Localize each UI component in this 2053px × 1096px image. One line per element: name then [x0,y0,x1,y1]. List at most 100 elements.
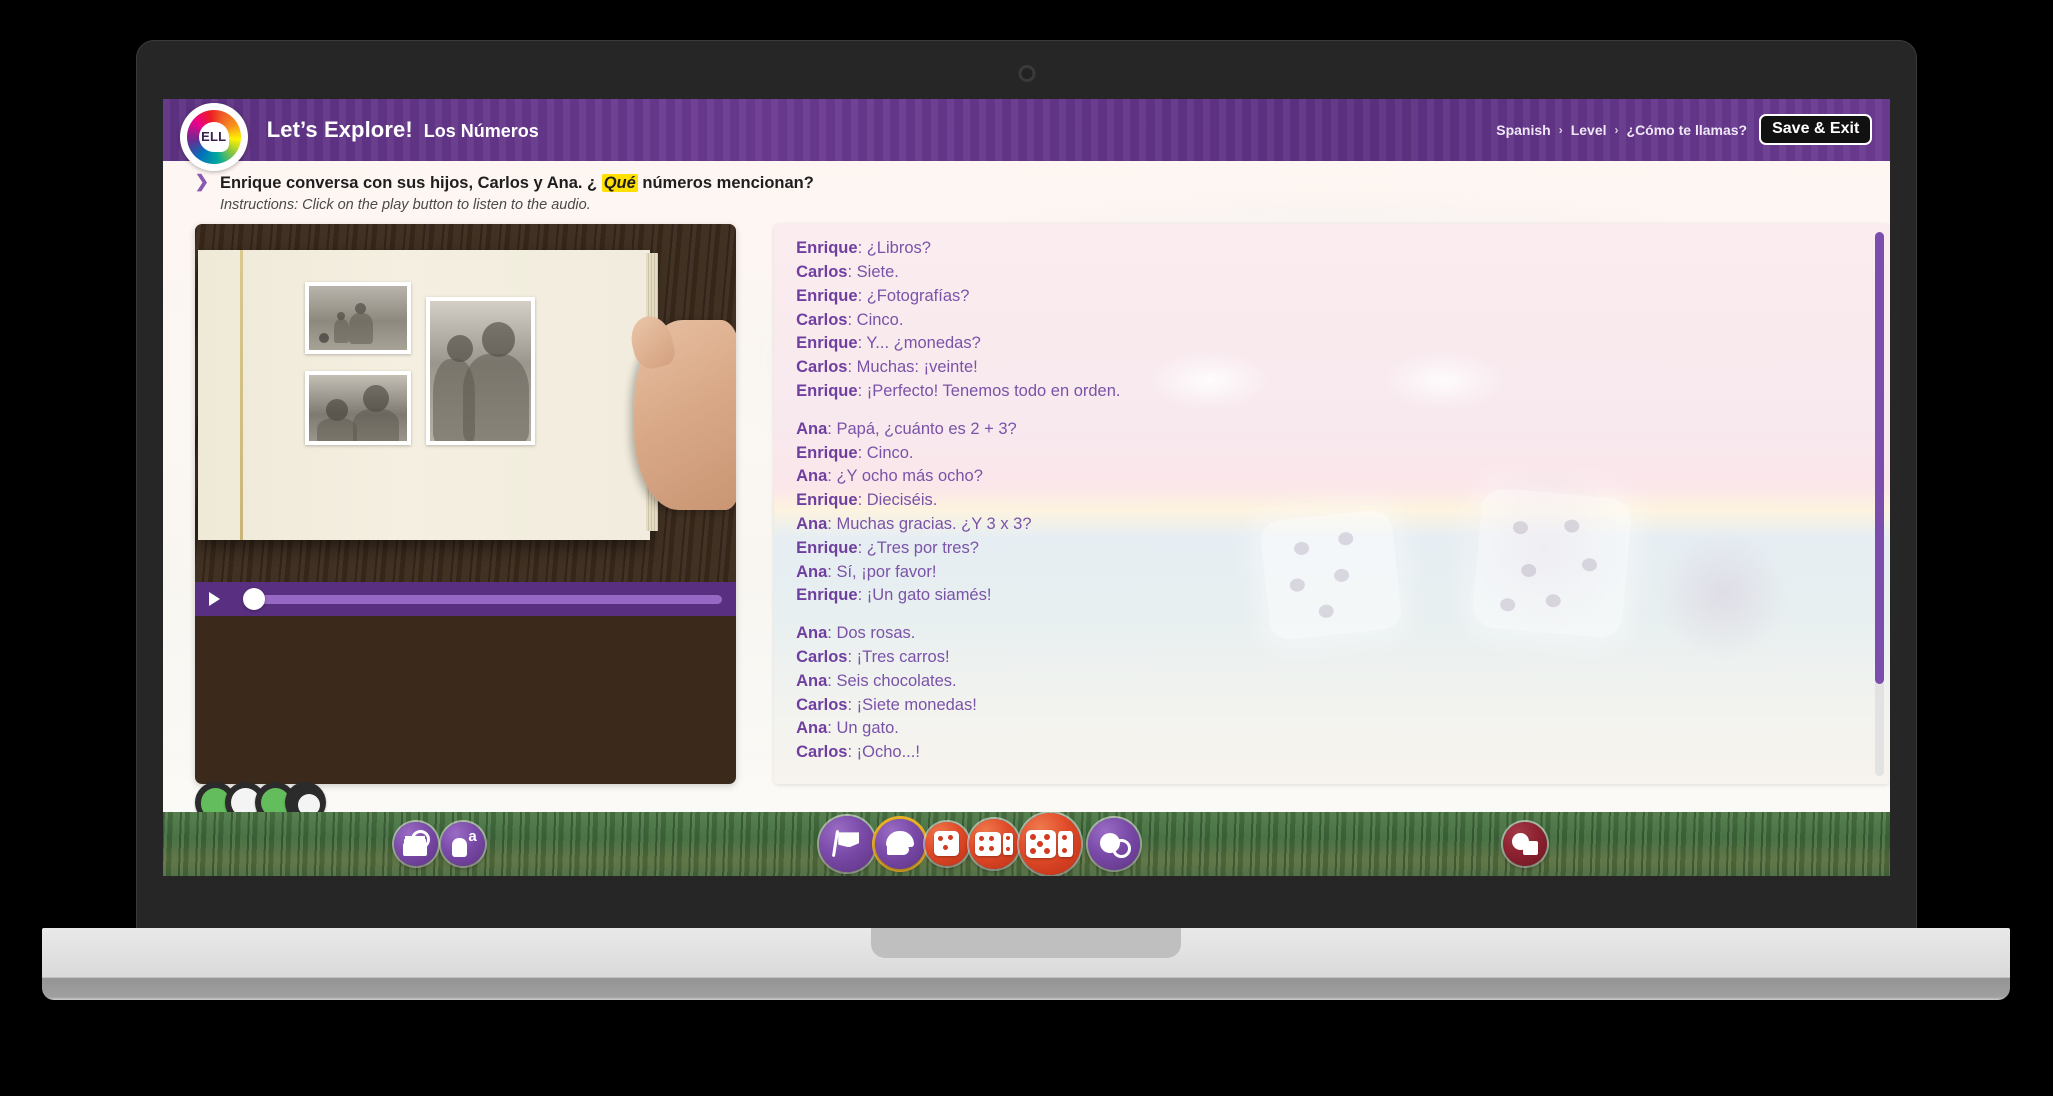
transcript-line: Carlos: ¡Tres carros! [796,646,1890,670]
nav-review-button[interactable] [1087,817,1140,870]
transcript-line: Carlos: Cinco. [796,309,1890,333]
highlighted-word: Qué [601,173,638,192]
transcript-line: Enrique: ¿Fotografías? [796,285,1890,309]
transcript-text: : ¿Tres por tres? [857,538,979,557]
nav-activity-2-button[interactable] [968,818,1019,869]
breadcrumb-item-level[interactable]: Level [1571,122,1607,138]
helmet-icon [885,831,914,856]
transcript-text: : Seis chocolates. [827,671,957,690]
nav-activity-1-button[interactable] [924,821,969,866]
transcript-speaker: Ana [796,624,828,643]
transcript-text: : ¡Un gato siamés! [857,586,992,605]
transcript-text: : Sí, ¡por favor! [827,562,937,581]
transcript-text: : Siete. [847,263,899,281]
transcript-scrollbar[interactable] [1875,232,1885,777]
transcript-speaker: Carlos [796,647,848,666]
app-body: ❯ Enrique conversa con sus hijos, Carlos… [162,160,1891,876]
transcript-speaker: Enrique [796,491,858,510]
transcript-speaker: Enrique [796,286,858,305]
dice-2-icon [974,831,1001,856]
transcript-text: : ¿Fotografías? [857,286,970,305]
laptop-base-notch [871,928,1181,958]
breadcrumb-item-subject[interactable]: Spanish [1496,122,1550,138]
photo-portrait [425,297,535,446]
logo-swirl-icon: ELL [186,109,241,164]
transcript-line: Enrique: ¿Tres por tres? [796,537,1890,561]
album-book [197,250,658,541]
photo-tongue [304,371,411,446]
transcript-text: : ¿Libros? [857,239,931,258]
nav-start-button[interactable] [818,815,875,872]
transcript-scrollbar-thumb[interactable] [1875,232,1885,684]
transcript-line: Ana: Un gato. [796,717,1890,741]
save-and-exit-button[interactable]: Save & Exit [1759,114,1873,146]
dice-3-icon [1026,829,1057,858]
transcript-speaker: Carlos [796,695,848,714]
prompt-row: ❯ Enrique conversa con sus hijos, Carlos… [163,161,1891,213]
audio-progress-slider[interactable] [242,588,723,611]
dice-1-icon [934,831,960,857]
transcript-text: : Muchas: ¡veinte! [847,358,978,377]
nav-explorer-button[interactable] [874,818,925,869]
breadcrumb-item-unit[interactable]: ¿Cómo te llamas? [1627,122,1748,138]
transcript-speaker: Enrique [796,538,858,557]
transcript-line: Enrique: Dieciséis. [796,489,1890,513]
transcript-line: Ana: Muchas gracias. ¿Y 3 x 3? [796,513,1890,537]
transcript-text: : Cinco. [847,310,904,329]
chevron-right-icon: › [1558,122,1563,137]
nav-vocabulary-button[interactable]: a [440,821,485,866]
transcript-text: : Cinco. [857,443,914,462]
app-title: Let’s Explore! [266,116,413,142]
nav-glossary-button[interactable] [393,821,438,866]
transcript-speaker: Ana [796,562,828,581]
transcript-text: : ¡Ocho...! [847,743,920,762]
hand-letter-a-icon: a [450,828,477,857]
transcript-speaker: Carlos [796,358,848,377]
transcript-speaker: Enrique [796,334,858,353]
instructions-text: Instructions: Click on the play button t… [219,197,591,214]
photo-album-image [194,224,737,583]
nav-activity-3-button[interactable] [1018,812,1081,875]
transcript-line: Carlos: ¡Siete monedas! [796,694,1890,718]
transcript-text: : Muchas gracias. ¿Y 3 x 3? [827,514,1032,533]
transcript-speaker: Enrique [796,586,858,605]
transcript-scroll-area[interactable]: Enrique: ¿Libros? Carlos: Siete. Enrique: … [774,224,1890,784]
footer-navigation: a [162,811,1891,876]
album-spine [239,250,243,541]
transcript-text: : ¡Perfecto! Tenemos todo en orden. [857,381,1121,400]
dice-3b-icon [1058,830,1074,857]
transcript-speaker: Ana [796,719,828,738]
transcript-line: Ana: Papá, ¿cuánto es 2 + 3? [796,418,1890,442]
lesson-title: Los Números [423,120,539,141]
transcript-block-gap [796,404,1890,418]
nav-flashcards-button[interactable] [1502,821,1547,866]
laptop-frame: ELL Let’s Explore! Los Números Spanish ›… [136,40,1917,933]
transcript-speaker: Enrique [796,381,858,400]
dice-2b-icon [1002,832,1013,855]
laptop-screen: ELL Let’s Explore! Los Números Spanish ›… [162,98,1891,876]
transcript-line: Enrique: ¡Perfecto! Tenemos todo en orde… [796,380,1890,404]
transcript-speaker: Carlos [796,263,848,281]
transcript-speaker: Ana [796,467,828,486]
transcript-text: : Dieciséis. [857,491,938,510]
app-header: ELL Let’s Explore! Los Números Spanish ›… [162,98,1891,171]
speech-card-icon [1511,832,1538,855]
transcript-speaker: Carlos [796,743,848,762]
chevron-right-icon: ❯ [194,171,209,191]
transcript-text: : Un gato. [827,719,899,738]
content-panels: Enrique: ¿Libros? Carlos: Siete. Enrique: … [163,213,1891,785]
transcript-line: Enrique: ¡Un gato siamés! [796,584,1890,608]
ell-logo[interactable]: ELL [179,102,248,171]
transcript-text: : Dos rosas. [827,624,916,643]
audio-scrubber-handle[interactable] [242,588,265,611]
transcript-speaker: Carlos [796,310,848,329]
transcript-speaker: Enrique [796,443,858,462]
transcript-line: Carlos: ¡Ocho...! [796,741,1890,765]
flag-icon [833,832,860,855]
play-button[interactable] [208,592,220,607]
transcript-speaker: Ana [796,671,828,690]
transcript-text: : Papá, ¿cuánto es 2 + 3? [827,419,1017,438]
transcript-panel: Enrique: ¿Libros? Carlos: Siete. Enrique: … [774,224,1891,785]
transcript-line: Enrique: Y... ¿monedas? [796,332,1890,356]
question-text-post: números mencionan? [637,173,814,192]
